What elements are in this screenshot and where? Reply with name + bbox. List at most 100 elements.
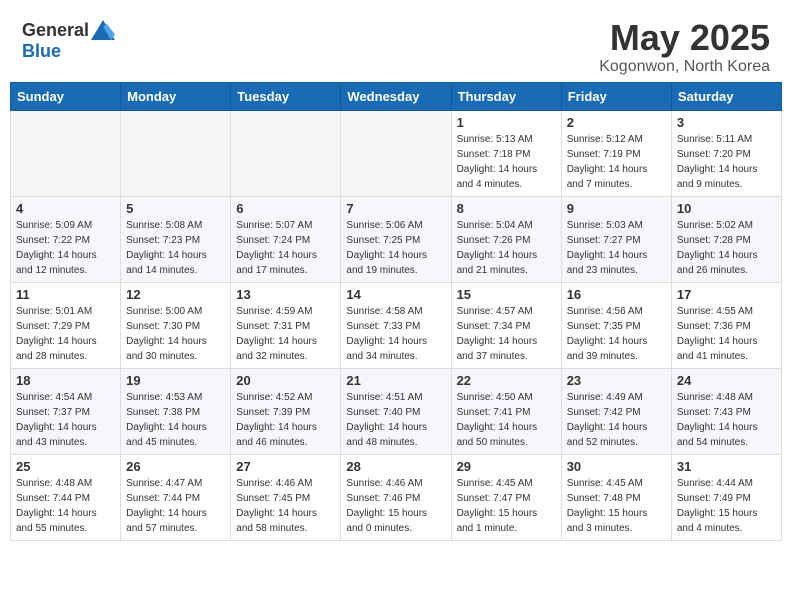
day-number: 12: [126, 287, 225, 302]
day-number: 17: [677, 287, 776, 302]
day-info: Sunrise: 5:13 AM Sunset: 7:18 PM Dayligh…: [457, 132, 556, 192]
day-number: 18: [16, 373, 115, 388]
day-info: Sunrise: 5:01 AM Sunset: 7:29 PM Dayligh…: [16, 304, 115, 364]
calendar-cell: [231, 110, 341, 196]
calendar-cell: 31Sunrise: 4:44 AM Sunset: 7:49 PM Dayli…: [671, 454, 781, 540]
title-block: May 2025 Kogonwon, North Korea: [599, 18, 770, 76]
day-info: Sunrise: 5:02 AM Sunset: 7:28 PM Dayligh…: [677, 218, 776, 278]
calendar-cell: 30Sunrise: 4:45 AM Sunset: 7:48 PM Dayli…: [561, 454, 671, 540]
day-info: Sunrise: 4:54 AM Sunset: 7:37 PM Dayligh…: [16, 390, 115, 450]
day-info: Sunrise: 5:00 AM Sunset: 7:30 PM Dayligh…: [126, 304, 225, 364]
day-number: 26: [126, 459, 225, 474]
day-info: Sunrise: 5:04 AM Sunset: 7:26 PM Dayligh…: [457, 218, 556, 278]
day-number: 25: [16, 459, 115, 474]
weekday-header-saturday: Saturday: [671, 82, 781, 110]
calendar-week-5: 25Sunrise: 4:48 AM Sunset: 7:44 PM Dayli…: [11, 454, 782, 540]
calendar-cell: 20 Sunrise: 4:52 AM Sunset: 7:39 PM Dayli…: [231, 368, 341, 454]
day-info: Sunrise: 4:50 AM Sunset: 7:41 PM Dayligh…: [457, 390, 556, 450]
calendar-cell: 25Sunrise: 4:48 AM Sunset: 7:44 PM Dayli…: [11, 454, 121, 540]
day-number: 28: [346, 459, 445, 474]
day-info: Sunrise: 5:03 AM Sunset: 7:27 PM Dayligh…: [567, 218, 666, 278]
day-number: 3: [677, 115, 776, 130]
weekday-header-thursday: Thursday: [451, 82, 561, 110]
day-info: Sunrise: 4:52 AM Sunset: 7:39 PM Dayligh…: [236, 390, 335, 450]
page-subtitle: Kogonwon, North Korea: [599, 58, 770, 76]
logo-text: General: [22, 18, 115, 42]
day-number: 19: [126, 373, 225, 388]
day-info: Sunrise: 4:56 AM Sunset: 7:35 PM Dayligh…: [567, 304, 666, 364]
calendar-cell: 24 Sunrise: 4:48 AM Sunset: 7:43 PM Dayli…: [671, 368, 781, 454]
calendar-cell: 22 Sunrise: 4:50 AM Sunset: 7:41 PM Dayli…: [451, 368, 561, 454]
calendar-cell: 16 Sunrise: 4:56 AM Sunset: 7:35 PM Dayli…: [561, 282, 671, 368]
calendar-cell: 13 Sunrise: 4:59 AM Sunset: 7:31 PM Dayli…: [231, 282, 341, 368]
calendar-cell: [121, 110, 231, 196]
weekday-header-wednesday: Wednesday: [341, 82, 451, 110]
day-info: Sunrise: 4:59 AM Sunset: 7:31 PM Dayligh…: [236, 304, 335, 364]
day-number: 31: [677, 459, 776, 474]
day-number: 23: [567, 373, 666, 388]
calendar-cell: 12 Sunrise: 5:00 AM Sunset: 7:30 PM Dayli…: [121, 282, 231, 368]
calendar-cell: 27 Sunrise: 4:46 AM Sunset: 7:45 PM Dayli…: [231, 454, 341, 540]
day-number: 5: [126, 201, 225, 216]
weekday-header-tuesday: Tuesday: [231, 82, 341, 110]
day-number: 29: [457, 459, 556, 474]
day-number: 2: [567, 115, 666, 130]
calendar-cell: 6 Sunrise: 5:07 AM Sunset: 7:24 PM Daylig…: [231, 196, 341, 282]
day-number: 10: [677, 201, 776, 216]
day-number: 24: [677, 373, 776, 388]
calendar-cell: [341, 110, 451, 196]
day-number: 22: [457, 373, 556, 388]
calendar-cell: 8Sunrise: 5:04 AM Sunset: 7:26 PM Daylig…: [451, 196, 561, 282]
day-info: Sunrise: 4:57 AM Sunset: 7:34 PM Dayligh…: [457, 304, 556, 364]
day-number: 21: [346, 373, 445, 388]
day-number: 27: [236, 459, 335, 474]
day-number: 15: [457, 287, 556, 302]
calendar-cell: 10 Sunrise: 5:02 AM Sunset: 7:28 PM Dayli…: [671, 196, 781, 282]
calendar-cell: 17Sunrise: 4:55 AM Sunset: 7:36 PM Dayli…: [671, 282, 781, 368]
day-info: Sunrise: 5:07 AM Sunset: 7:24 PM Dayligh…: [236, 218, 335, 278]
calendar-table: SundayMondayTuesdayWednesdayThursdayFrid…: [10, 82, 782, 541]
calendar-cell: [11, 110, 121, 196]
day-number: 14: [346, 287, 445, 302]
calendar-cell: 21 Sunrise: 4:51 AM Sunset: 7:40 PM Dayli…: [341, 368, 451, 454]
day-info: Sunrise: 4:51 AM Sunset: 7:40 PM Dayligh…: [346, 390, 445, 450]
logo-blue-line: Blue: [22, 42, 61, 60]
day-info: Sunrise: 4:58 AM Sunset: 7:33 PM Dayligh…: [346, 304, 445, 364]
calendar-cell: 28Sunrise: 4:46 AM Sunset: 7:46 PM Dayli…: [341, 454, 451, 540]
calendar-cell: 11 Sunrise: 5:01 AM Sunset: 7:29 PM Dayli…: [11, 282, 121, 368]
day-info: Sunrise: 4:45 AM Sunset: 7:48 PM Dayligh…: [567, 476, 666, 536]
day-number: 1: [457, 115, 556, 130]
calendar-week-3: 11 Sunrise: 5:01 AM Sunset: 7:29 PM Dayli…: [11, 282, 782, 368]
calendar-cell: 4 Sunrise: 5:09 AM Sunset: 7:22 PM Daylig…: [11, 196, 121, 282]
calendar-cell: 18 Sunrise: 4:54 AM Sunset: 7:37 PM Dayli…: [11, 368, 121, 454]
day-info: Sunrise: 4:49 AM Sunset: 7:42 PM Dayligh…: [567, 390, 666, 450]
day-number: 6: [236, 201, 335, 216]
day-number: 16: [567, 287, 666, 302]
day-number: 20: [236, 373, 335, 388]
page-title: May 2025: [599, 18, 770, 58]
day-info: Sunrise: 4:48 AM Sunset: 7:43 PM Dayligh…: [677, 390, 776, 450]
logo-blue: Blue: [22, 42, 61, 60]
day-info: Sunrise: 5:11 AM Sunset: 7:20 PM Dayligh…: [677, 132, 776, 192]
logo-general: General: [22, 21, 89, 39]
calendar-cell: 19Sunrise: 4:53 AM Sunset: 7:38 PM Dayli…: [121, 368, 231, 454]
weekday-header-friday: Friday: [561, 82, 671, 110]
day-number: 13: [236, 287, 335, 302]
calendar-week-1: 1 Sunrise: 5:13 AM Sunset: 7:18 PM Daylig…: [11, 110, 782, 196]
day-info: Sunrise: 4:47 AM Sunset: 7:44 PM Dayligh…: [126, 476, 225, 536]
calendar-cell: 3 Sunrise: 5:11 AM Sunset: 7:20 PM Daylig…: [671, 110, 781, 196]
calendar-cell: 26 Sunrise: 4:47 AM Sunset: 7:44 PM Dayli…: [121, 454, 231, 540]
calendar-cell: 1 Sunrise: 5:13 AM Sunset: 7:18 PM Daylig…: [451, 110, 561, 196]
day-number: 4: [16, 201, 115, 216]
calendar-week-2: 4 Sunrise: 5:09 AM Sunset: 7:22 PM Daylig…: [11, 196, 782, 282]
calendar-cell: 23 Sunrise: 4:49 AM Sunset: 7:42 PM Dayli…: [561, 368, 671, 454]
day-info: Sunrise: 5:09 AM Sunset: 7:22 PM Dayligh…: [16, 218, 115, 278]
calendar-cell: 15 Sunrise: 4:57 AM Sunset: 7:34 PM Dayli…: [451, 282, 561, 368]
day-info: Sunrise: 5:06 AM Sunset: 7:25 PM Dayligh…: [346, 218, 445, 278]
calendar-cell: 29Sunrise: 4:45 AM Sunset: 7:47 PM Dayli…: [451, 454, 561, 540]
day-info: Sunrise: 5:08 AM Sunset: 7:23 PM Dayligh…: [126, 218, 225, 278]
day-number: 11: [16, 287, 115, 302]
day-info: Sunrise: 4:46 AM Sunset: 7:45 PM Dayligh…: [236, 476, 335, 536]
weekday-header-monday: Monday: [121, 82, 231, 110]
calendar-cell: 9Sunrise: 5:03 AM Sunset: 7:27 PM Daylig…: [561, 196, 671, 282]
